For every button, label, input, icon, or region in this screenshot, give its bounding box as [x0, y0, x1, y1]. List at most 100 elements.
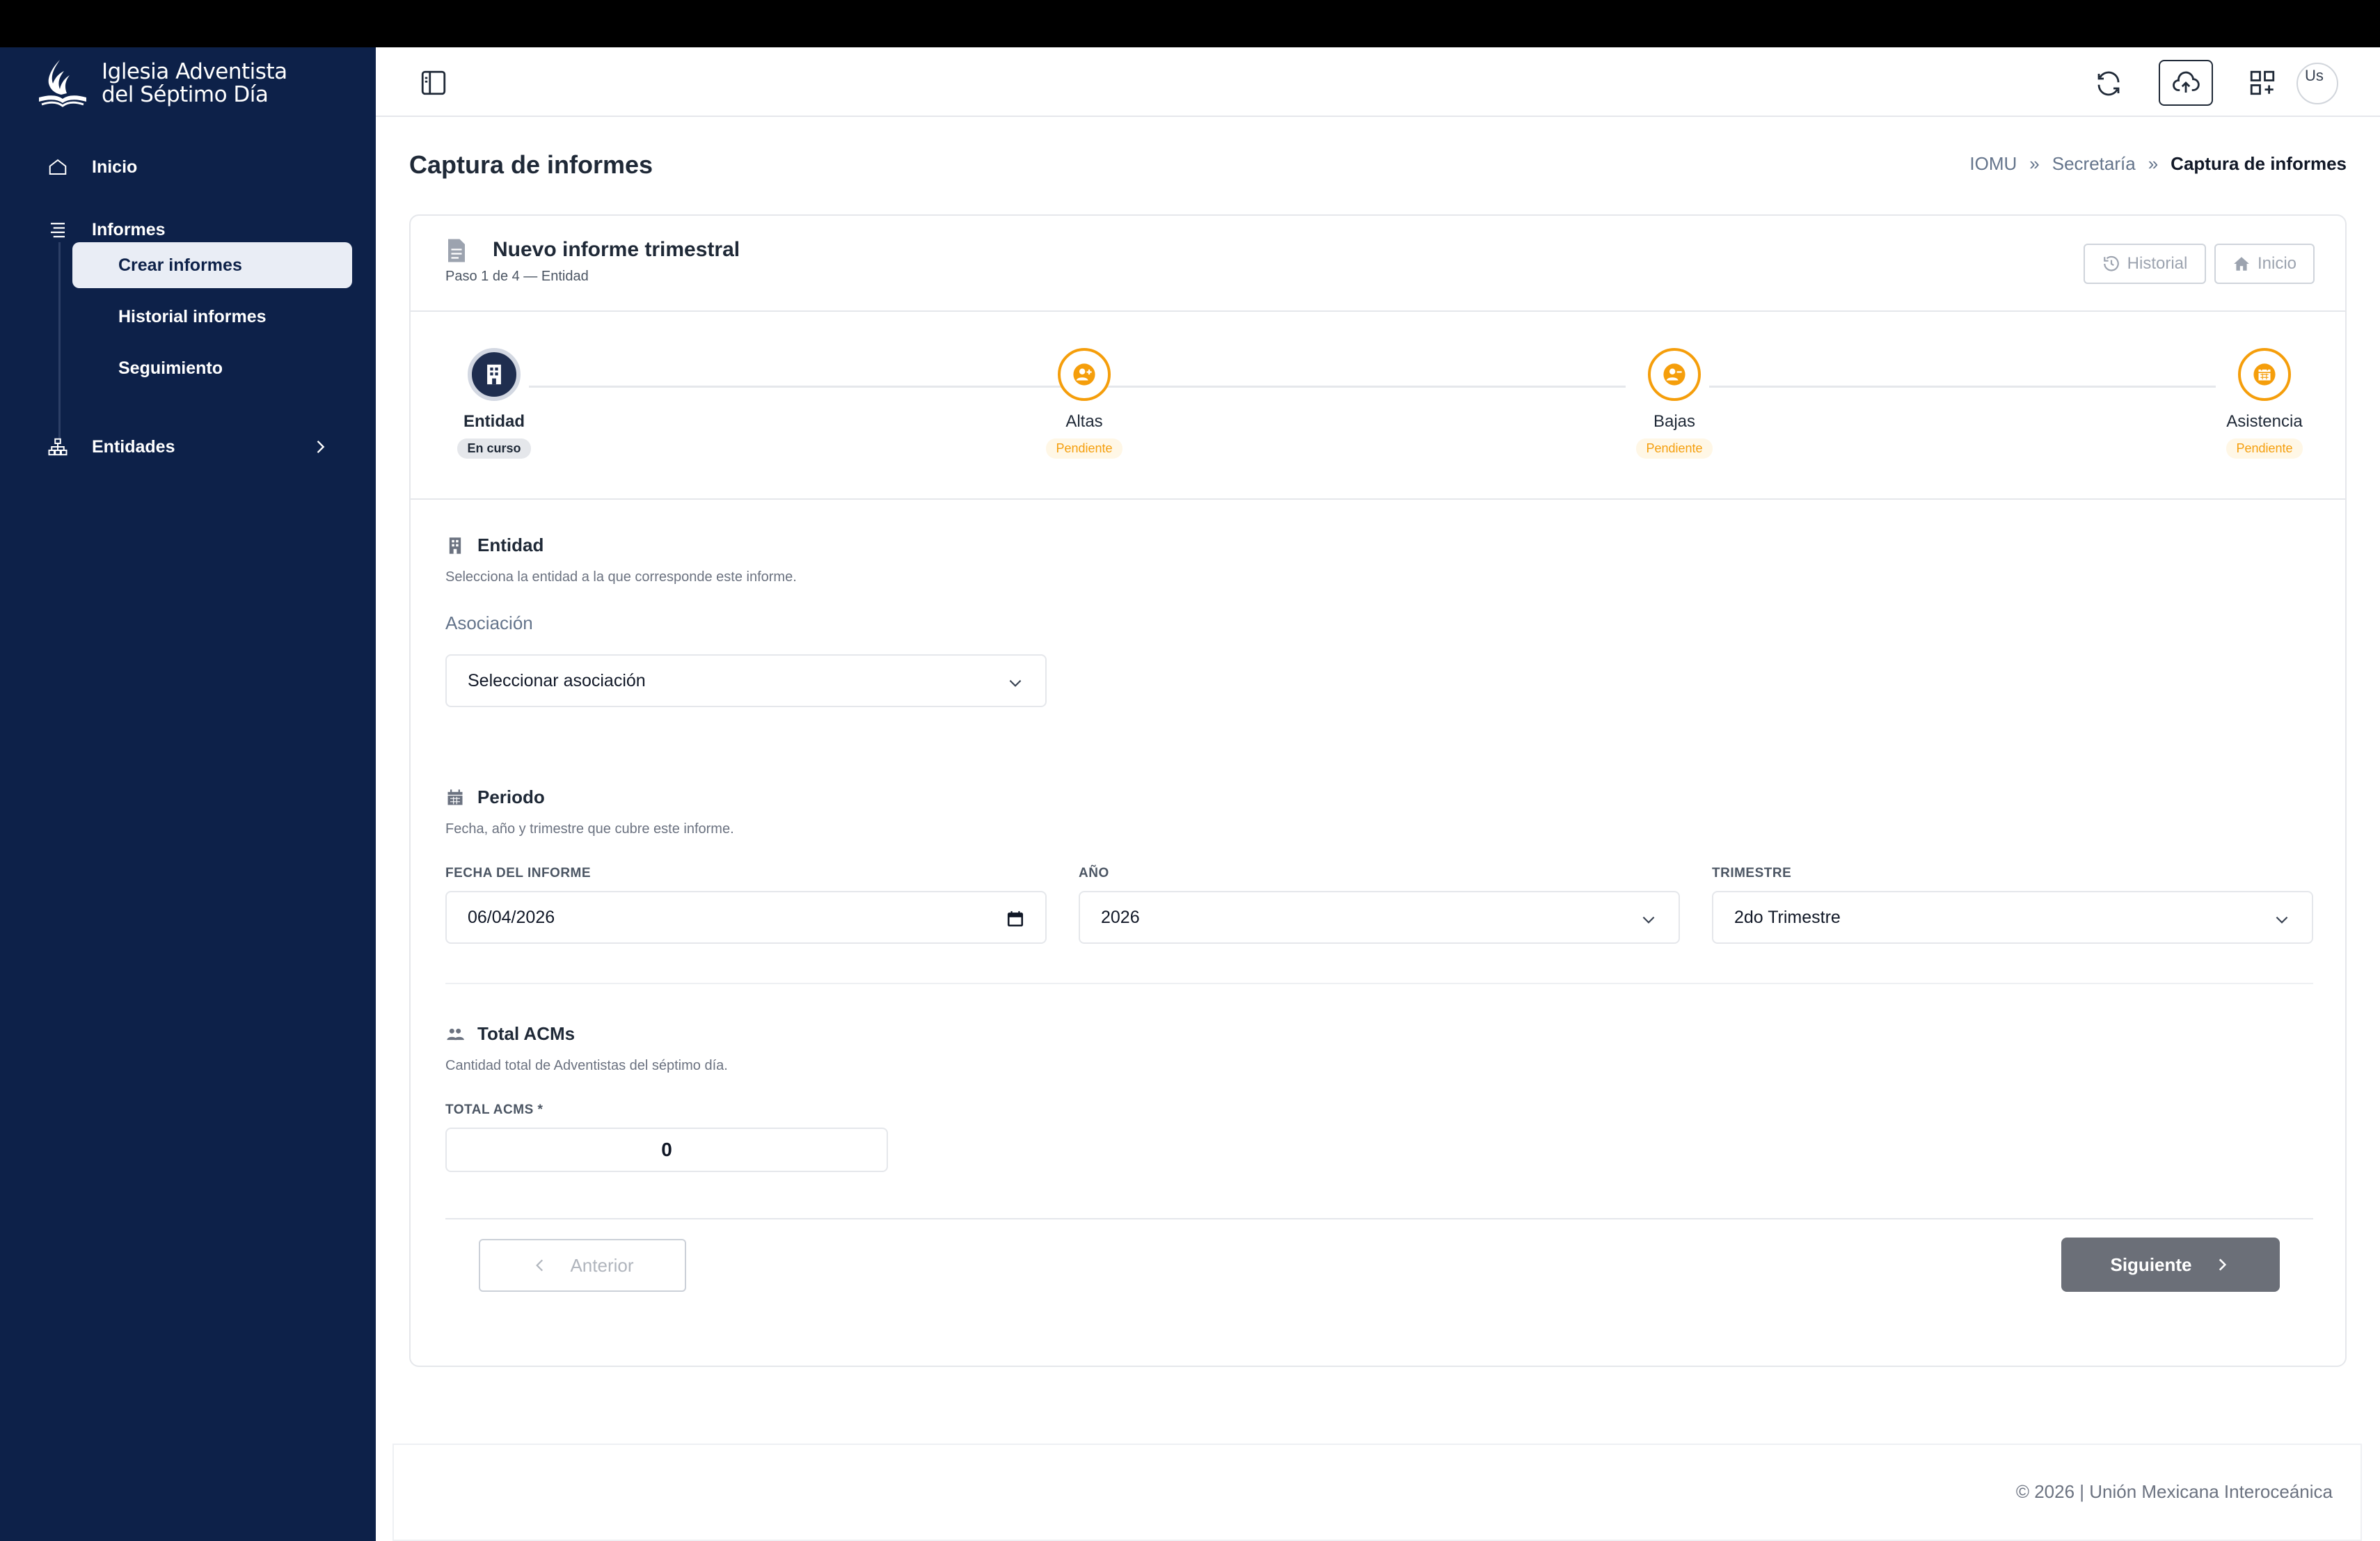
acms-section-title: Total ACMs — [445, 1023, 575, 1045]
entidad-section-title: Entidad — [445, 535, 544, 556]
sidebar-item-entidades[interactable]: Entidades — [0, 426, 376, 468]
users-icon — [447, 1028, 464, 1040]
fecha-value: 06/04/2026 — [468, 907, 555, 927]
anterior-button[interactable]: Anterior — [479, 1239, 686, 1292]
step-circle — [1648, 348, 1701, 401]
brand-name: Iglesia Adventista del Séptimo Día — [102, 61, 287, 106]
step-label: Asistencia — [2226, 412, 2303, 431]
card-subtitle: Paso 1 de 4 — Entidad — [445, 269, 589, 284]
sidebar-item-label: Informes — [92, 219, 166, 239]
fecha-label: FECHA DEL INFORME — [445, 866, 592, 880]
chevron-left-icon — [536, 1259, 544, 1272]
building-icon — [449, 537, 461, 554]
asociacion-label: Asociación — [445, 613, 533, 633]
anio-select[interactable]: 2026 — [1079, 891, 1680, 944]
historial-label: Historial — [2127, 254, 2188, 273]
total-acms-value: 0 — [661, 1139, 672, 1160]
step-circle — [2238, 348, 2291, 401]
anio-value: 2026 — [1101, 907, 1140, 927]
inicio-button[interactable]: Inicio — [2214, 244, 2315, 284]
top-header — [376, 47, 2380, 117]
chevrons-right-icon: » — [2029, 153, 2040, 174]
user-avatar[interactable]: Us — [2296, 63, 2338, 104]
step-status-badge: Pendiente — [2226, 438, 2303, 459]
section-title-text: Total ACMs — [477, 1023, 576, 1044]
footer: © 2026 | Unión Mexicana Interoceánica — [392, 1444, 2362, 1541]
actions-divider — [445, 1218, 2313, 1219]
historial-button[interactable]: Historial — [2084, 244, 2206, 284]
step-entidad[interactable]: Entidad En curso — [425, 348, 564, 459]
user-minus-icon — [1663, 363, 1685, 386]
footer-copyright: © 2026 | Unión Mexicana Interoceánica — [2015, 1481, 2333, 1502]
step-label: Entidad — [463, 412, 525, 431]
step-status-badge: En curso — [457, 438, 531, 459]
brand-line-2: del Séptimo Día — [102, 82, 269, 107]
avatar-alt-text: Us — [2305, 67, 2324, 84]
chevron-down-icon — [1009, 679, 1022, 687]
asociacion-select[interactable]: Seleccionar asociación — [445, 654, 1047, 707]
step-status-badge: Pendiente — [1046, 438, 1122, 459]
building-icon — [487, 364, 501, 385]
sidebar-subitem-historial-informes[interactable]: Historial informes — [72, 294, 352, 340]
sidebar-item-inicio[interactable]: Inicio — [0, 146, 376, 188]
trimestre-select[interactable]: 2do Trimestre — [1712, 891, 2313, 944]
breadcrumb-item-current: Captura de informes — [2171, 153, 2347, 174]
step-circle — [1058, 348, 1111, 401]
fecha-date-input[interactable]: 06/04/2026 — [445, 891, 1047, 944]
church-logo-icon — [39, 60, 86, 107]
sidebar-subitem-label: Crear informes — [118, 255, 242, 275]
sidebar-subitem-label: Seguimiento — [118, 358, 223, 378]
home-icon — [46, 155, 70, 179]
entidad-section-description: Selecciona la entidad a la que correspon… — [445, 569, 797, 585]
siguiente-button[interactable]: Siguiente — [2061, 1238, 2280, 1292]
refresh-icon — [2097, 71, 2120, 96]
sidebar: Iglesia Adventista del Séptimo Día Inici… — [0, 47, 376, 1541]
inicio-label: Inicio — [2257, 254, 2297, 273]
refresh-button[interactable] — [2092, 67, 2125, 100]
subnav-line — [58, 242, 61, 438]
anio-label: AÑO — [1079, 866, 1109, 880]
sidebar-toggle-icon — [421, 70, 446, 95]
calendar-icon — [2253, 363, 2276, 386]
page-title: Captura de informes — [409, 150, 653, 179]
total-acms-input[interactable]: 0 — [445, 1128, 888, 1172]
sidebar-subitem-crear-informes[interactable]: Crear informes — [72, 242, 352, 288]
sidebar-item-label: Entidades — [92, 436, 175, 457]
siguiente-label: Siguiente — [2110, 1254, 2192, 1275]
card-title: Nuevo informe trimestral — [493, 238, 740, 261]
history-icon — [2103, 255, 2119, 271]
breadcrumb-item-iomu[interactable]: IOMU — [1969, 153, 2017, 175]
step-altas[interactable]: Altas Pendiente — [1015, 348, 1154, 459]
step-bajas[interactable]: Bajas Pendiente — [1605, 348, 1744, 459]
total-acms-label: TOTAL ACMS * — [445, 1103, 544, 1117]
sidebar-subitem-seguimiento[interactable]: Seguimiento — [72, 345, 352, 391]
step-asistencia[interactable]: Asistencia Pendiente — [2195, 348, 2334, 459]
brand-logo[interactable]: Iglesia Adventista del Séptimo Día — [33, 56, 287, 111]
breadcrumb-item-secretaria[interactable]: Secretaría — [2052, 153, 2136, 175]
anterior-label: Anterior — [570, 1254, 634, 1276]
chevrons-right-icon: » — [2148, 153, 2159, 174]
list-icon — [46, 218, 70, 242]
cloud-upload-button[interactable] — [2159, 60, 2213, 106]
sidebar-item-label: Inicio — [92, 157, 138, 177]
sidebar-subitem-label: Historial informes — [118, 306, 267, 326]
stepper: Entidad En curso Altas Pendiente Bajas P… — [411, 312, 2345, 500]
apps-icon — [2250, 70, 2275, 95]
asociacion-value: Seleccionar asociación — [468, 670, 646, 690]
calendar-icon — [447, 789, 463, 805]
user-plus-icon — [1073, 363, 1095, 386]
cloud-upload-icon — [2173, 71, 2200, 93]
trimestre-value: 2do Trimestre — [1734, 907, 1841, 927]
acms-section-description: Cantidad total de Adventistas del séptim… — [445, 1058, 728, 1073]
sidebar-toggle-button[interactable] — [418, 67, 450, 99]
calendar-picker-icon[interactable] — [1006, 909, 1024, 928]
periodo-section-description: Fecha, año y trimestre que cubre este in… — [445, 821, 734, 837]
chevron-right-icon — [2219, 1258, 2226, 1271]
home-icon — [2234, 257, 2249, 271]
step-label: Altas — [1065, 412, 1103, 431]
step-connector — [1119, 386, 1626, 388]
window-top-bar — [0, 0, 2380, 47]
section-divider — [445, 983, 2313, 984]
apps-button[interactable] — [2246, 67, 2278, 99]
step-circle — [468, 348, 521, 401]
